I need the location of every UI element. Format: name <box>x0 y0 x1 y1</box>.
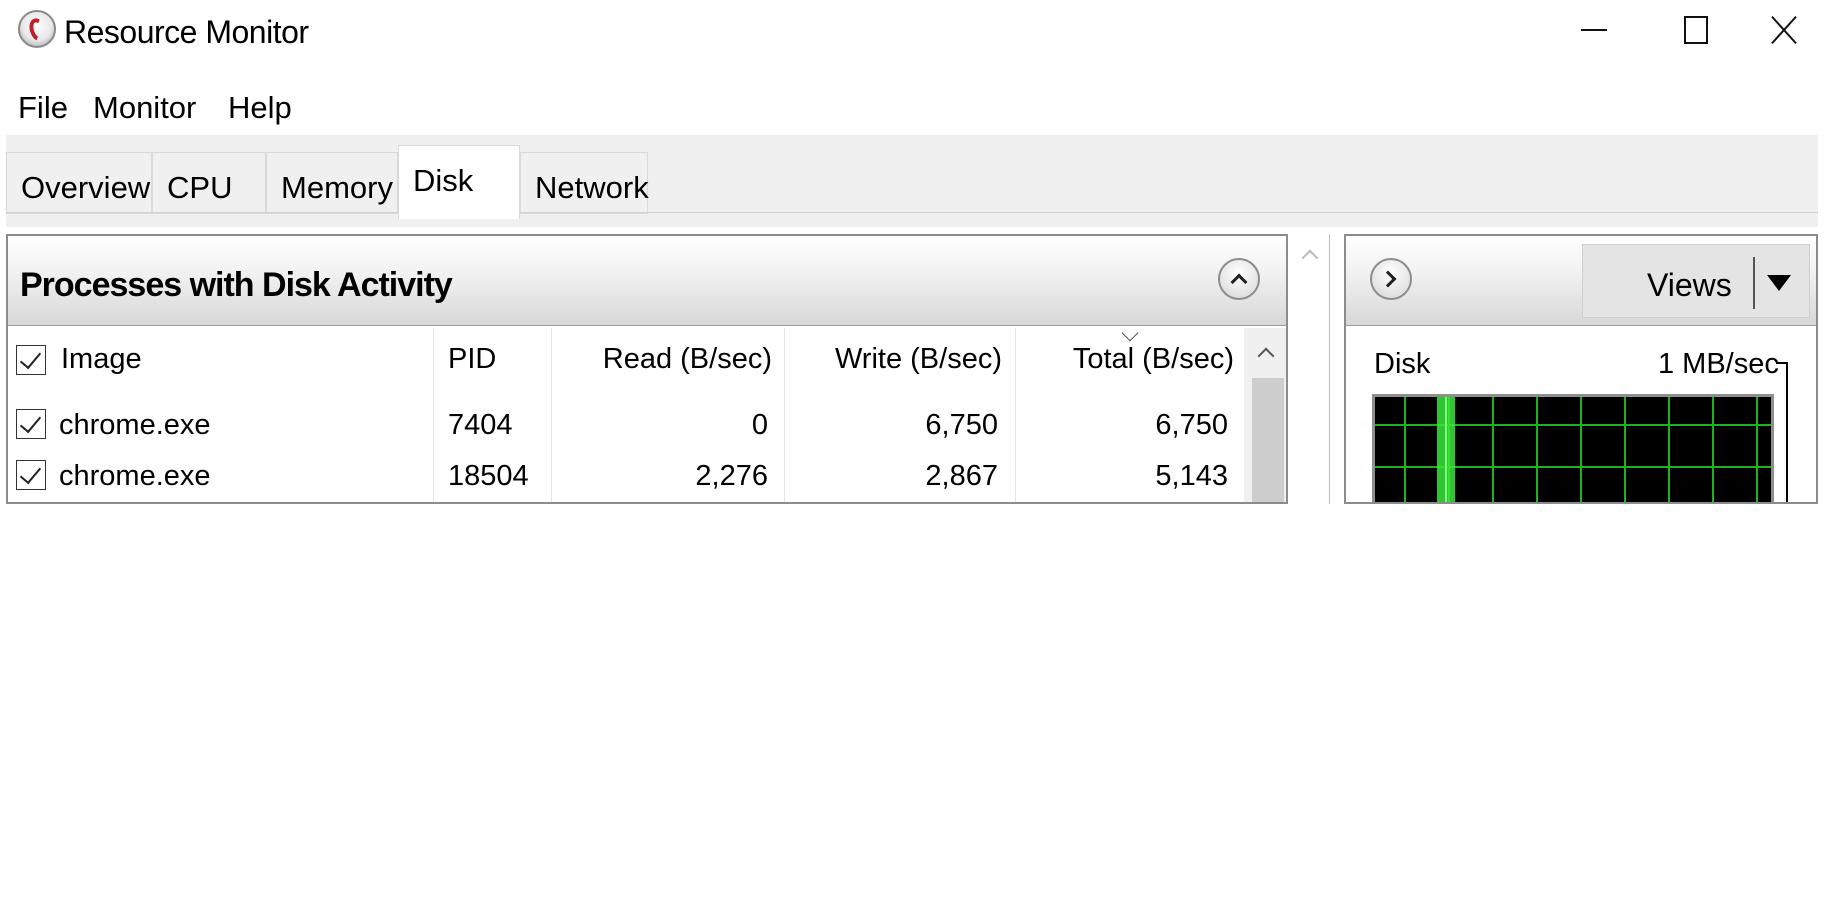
cell-image[interactable]: chrome.exe <box>59 460 211 493</box>
tab-disk[interactable]: Disk <box>398 145 520 219</box>
scroll-up-icon[interactable] <box>1257 347 1275 365</box>
column-header-total[interactable]: Total (B/sec) <box>1028 343 1234 376</box>
maximize-icon <box>1684 16 1708 44</box>
menu-monitor[interactable]: Monitor <box>93 90 196 126</box>
graph-title: Disk <box>1374 348 1431 380</box>
chevron-right-icon <box>1379 270 1397 288</box>
cell-pid[interactable]: 7404 <box>448 409 513 442</box>
cell-read[interactable]: 0 <box>568 409 768 442</box>
cell-pid[interactable]: 18504 <box>448 460 529 493</box>
graph-panel-header: Views <box>1346 236 1816 326</box>
collapse-button[interactable] <box>1218 258 1260 300</box>
views-label: Views <box>1647 267 1732 303</box>
cell-write[interactable]: 2,867 <box>798 460 998 493</box>
tab-overview[interactable]: Overview <box>6 152 152 214</box>
column-header-read[interactable]: Read (B/sec) <box>568 343 772 376</box>
graph-panel: Views Disk 1 MB/sec <box>1344 234 1818 504</box>
column-separator[interactable] <box>784 328 785 502</box>
scale-line <box>1786 362 1788 502</box>
column-separator[interactable] <box>1015 328 1016 502</box>
resource-monitor-icon <box>18 10 56 48</box>
column-header-write[interactable]: Write (B/sec) <box>798 343 1002 376</box>
close-button[interactable] <box>1736 4 1824 56</box>
column-header-pid[interactable]: PID <box>448 343 496 376</box>
tab-divider <box>6 212 1818 213</box>
minimize-button[interactable] <box>1546 4 1642 56</box>
pane-scroll-up-icon[interactable] <box>1301 249 1319 267</box>
tab-network[interactable]: Network <box>520 152 649 214</box>
expand-graph-button[interactable] <box>1370 258 1412 300</box>
table-scrollbar[interactable] <box>1244 328 1286 502</box>
cell-total[interactable]: 6,750 <box>1028 409 1228 442</box>
views-button[interactable]: Views <box>1582 244 1810 318</box>
menu-file[interactable]: File <box>18 90 68 126</box>
processes-panel: Processes with Disk Activity Image PID R… <box>6 234 1288 504</box>
maximize-button[interactable] <box>1648 4 1744 56</box>
window-title: Resource Monitor <box>64 14 309 50</box>
cell-read[interactable]: 2,276 <box>568 460 768 493</box>
cell-image[interactable]: chrome.exe <box>59 409 211 442</box>
menu-help[interactable]: Help <box>228 90 292 126</box>
pane-scrollbar[interactable] <box>1290 234 1330 504</box>
row-checkbox[interactable] <box>16 460 46 490</box>
cell-total[interactable]: 5,143 <box>1028 460 1228 493</box>
scrollbar-thumb[interactable] <box>1252 378 1284 502</box>
close-icon <box>1770 15 1798 45</box>
processes-panel-header[interactable]: Processes with Disk Activity <box>8 236 1286 326</box>
column-separator[interactable] <box>433 328 434 502</box>
graph-scale: 1 MB/sec <box>1658 348 1779 380</box>
gauge-needle <box>26 15 50 45</box>
cell-write[interactable]: 6,750 <box>798 409 998 442</box>
row-checkbox[interactable] <box>16 409 46 439</box>
dropdown-arrow-icon[interactable] <box>1767 275 1791 291</box>
panel-title: Processes with Disk Activity <box>20 266 453 304</box>
select-all-checkbox[interactable] <box>16 345 46 375</box>
tab-cpu[interactable]: CPU <box>152 152 266 214</box>
views-separator <box>1753 257 1755 309</box>
row-divider <box>8 502 1244 504</box>
tab-memory[interactable]: Memory <box>266 152 398 214</box>
minimize-icon <box>1581 29 1607 31</box>
disk-activity-graph <box>1372 394 1774 502</box>
column-header-image[interactable]: Image <box>61 343 142 376</box>
graph-grid <box>1375 397 1771 502</box>
sort-descending-icon <box>1121 324 1139 342</box>
chevron-up-icon <box>1230 273 1248 291</box>
column-separator[interactable] <box>551 328 552 502</box>
